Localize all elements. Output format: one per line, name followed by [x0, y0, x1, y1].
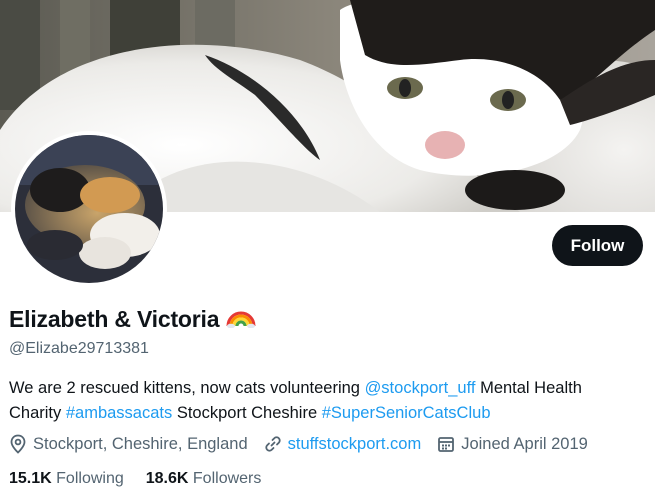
bio-text: Mental Health [475, 379, 582, 397]
profile-bio: We are 2 rescued kittens, now cats volun… [9, 376, 649, 426]
hashtag-link[interactable]: #ambassacats [66, 404, 172, 422]
hashtag-link[interactable]: #SuperSeniorCatsClub [322, 404, 491, 422]
website-link[interactable]: stuffstockport.com [288, 435, 422, 454]
profile-stats: 15.1K Following 18.6K Followers [9, 470, 283, 488]
profile-avatar[interactable] [11, 131, 167, 287]
follow-button[interactable]: Follow [552, 225, 643, 266]
bio-text: Charity [9, 404, 66, 422]
bio-line-1: We are 2 rescued kittens, now cats volun… [9, 376, 649, 401]
bio-line-2: Charity #ambassacats Stockport Cheshire … [9, 401, 649, 426]
following-count: 15.1K [9, 470, 52, 487]
followers-count: 18.6K [145, 470, 189, 487]
avatar-cat-image [15, 135, 163, 283]
bio-text: We are 2 rescued kittens, now cats volun… [9, 379, 365, 397]
profile-handle: @Elizabe29713381 [9, 340, 149, 357]
joined-text: Joined April 2019 [461, 434, 588, 453]
location-text: Stockport, Cheshire, England [33, 434, 248, 453]
joined-item: Joined April 2019 [437, 435, 588, 454]
display-name: Elizabeth & Victoria [9, 306, 220, 332]
link-icon [265, 436, 281, 452]
calendar-icon [438, 437, 455, 452]
following-label: Following [56, 470, 124, 487]
followers-label: Followers [192, 470, 262, 487]
following-link[interactable]: 15.1K Following [9, 470, 124, 488]
bio-text: Stockport Cheshire [172, 404, 322, 422]
website-item[interactable]: stuffstockport.com [264, 435, 422, 454]
followers-link[interactable]: 18.6K Followers [146, 470, 262, 488]
mention-link[interactable]: @stockport_uff [365, 379, 476, 397]
profile-meta: Stockport, Cheshire, England stuffstockp… [9, 434, 604, 454]
location-item: Stockport, Cheshire, England [9, 434, 248, 454]
location-pin-icon [10, 434, 26, 454]
profile-name-row: Elizabeth & Victoria [9, 306, 256, 333]
rainbow-emoji-icon [226, 306, 256, 333]
